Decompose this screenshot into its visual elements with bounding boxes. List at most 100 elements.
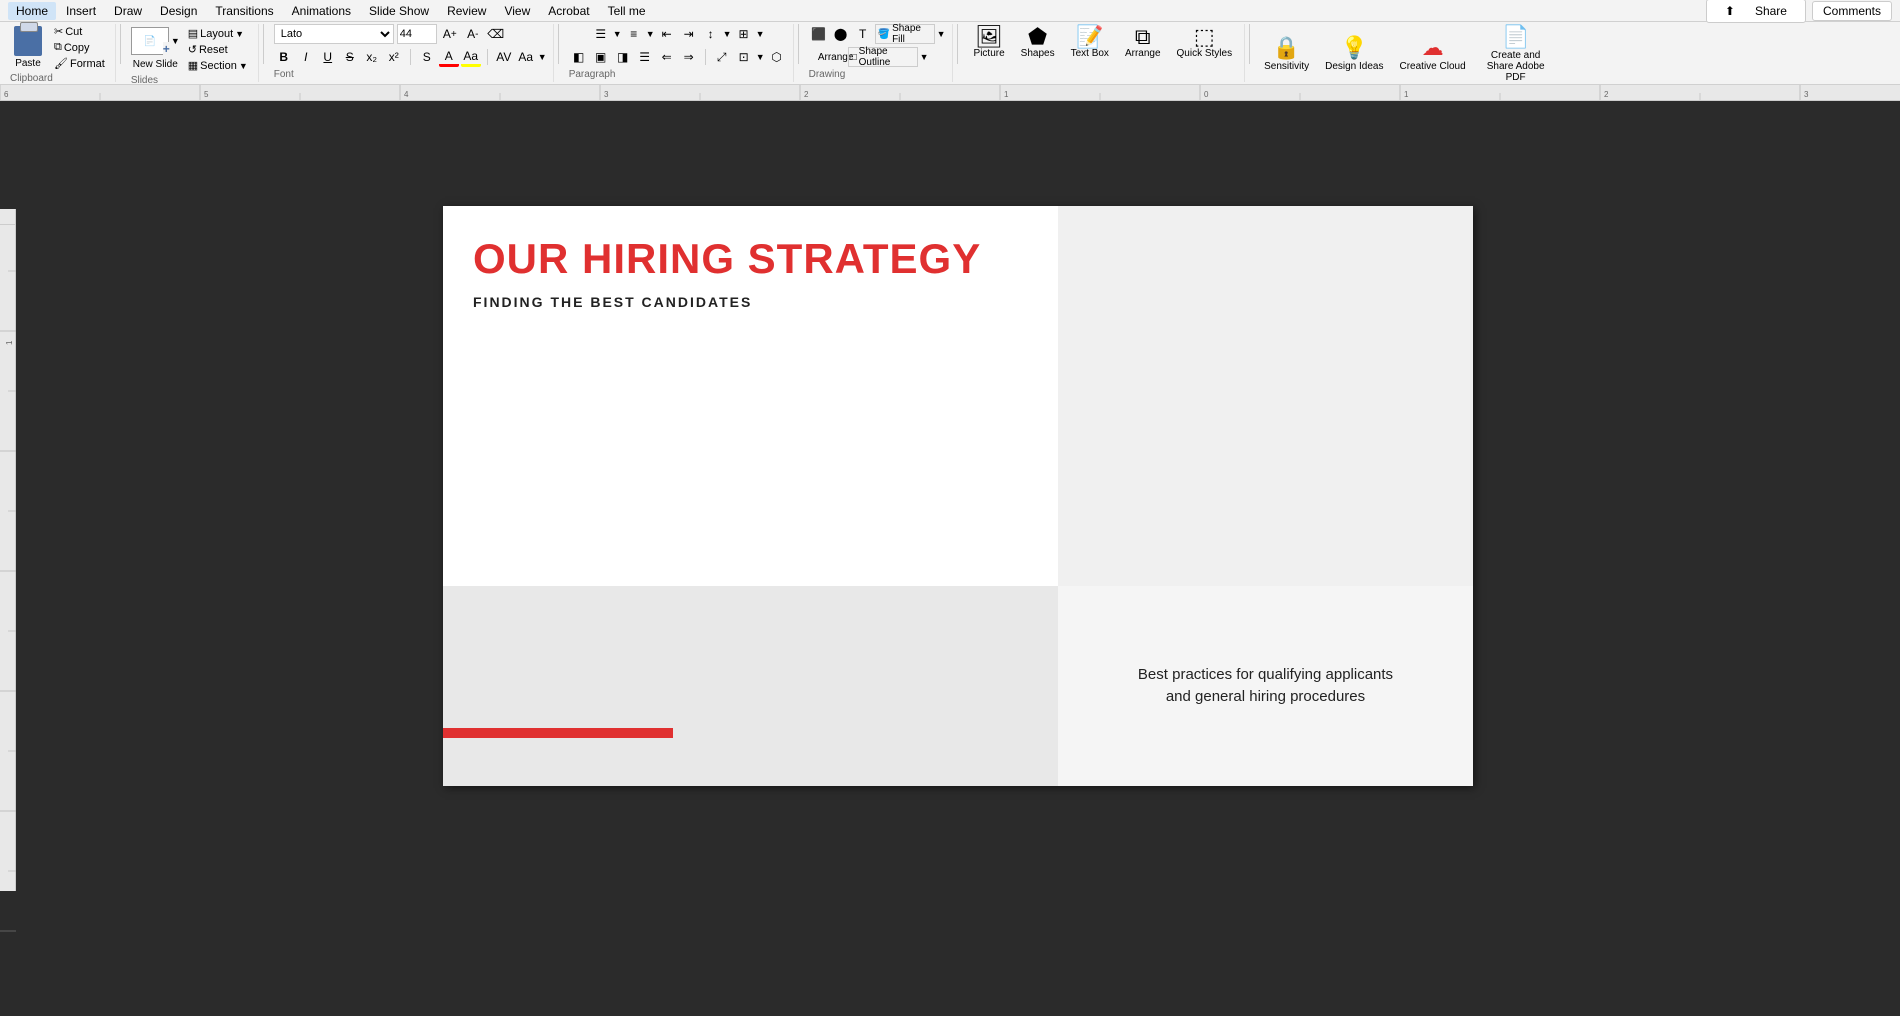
creative-cloud-button[interactable]: ☁ Creative Cloud xyxy=(1393,31,1471,76)
copy-button[interactable]: ⧉ Copy xyxy=(50,40,109,55)
new-slide-button[interactable]: 📄 + ▼ xyxy=(131,27,180,55)
numbering-button[interactable]: ≡ xyxy=(624,24,644,44)
shapes-button[interactable]: ⬟ Shapes xyxy=(1015,24,1061,61)
smart-art-button[interactable]: ⬡ xyxy=(767,47,787,67)
line-spacing-button[interactable]: ↕ xyxy=(701,24,721,44)
ltr-button[interactable]: ⇒ xyxy=(679,47,699,67)
justify-button[interactable]: ☰ xyxy=(635,47,655,67)
clear-format-button[interactable]: ⌫ xyxy=(486,24,506,44)
line-spacing-dropdown[interactable]: ▼ xyxy=(723,29,732,39)
clipboard-content: Paste ✂ Cut ⧉ Copy 🖌 Format xyxy=(10,24,109,71)
sensitivity-icon: 🔒 xyxy=(1273,35,1300,61)
picture-button[interactable]: 🖼 Picture xyxy=(968,24,1011,61)
red-accent-bar xyxy=(443,728,673,738)
columns-dropdown[interactable]: ▼ xyxy=(756,29,765,39)
decrease-indent-button[interactable]: ⇤ xyxy=(657,24,677,44)
text-box-button[interactable]: 📝 Text Box xyxy=(1065,24,1115,61)
new-slide-label: New Slide xyxy=(133,59,178,70)
text-direction-button[interactable]: ⤢ xyxy=(712,47,732,67)
shadow-button[interactable]: S xyxy=(417,47,437,67)
align-center-button[interactable]: ▣ xyxy=(591,47,611,67)
create-share-button[interactable]: 📄 Create and Share Adobe PDF xyxy=(1476,20,1556,87)
arrange-button[interactable]: ⧉ Arrange xyxy=(1119,24,1167,61)
font-size-input[interactable] xyxy=(397,24,437,44)
svg-text:1: 1 xyxy=(1404,90,1409,99)
highlight-button[interactable]: Aa xyxy=(461,47,481,67)
bullets-dropdown[interactable]: ▼ xyxy=(613,29,622,39)
new-slide-icon: 📄 + xyxy=(131,27,169,55)
slide[interactable]: OUR HIRING STRATEGY FINDING THE BEST CAN… xyxy=(443,206,1473,786)
svg-text:2: 2 xyxy=(804,90,809,99)
underline-button[interactable]: U xyxy=(318,47,338,67)
drawing-label: Drawing xyxy=(809,67,846,80)
superscript-button[interactable]: x² xyxy=(384,47,404,67)
shapes-icon: ⬟ xyxy=(1028,26,1047,48)
cut-icon: ✂ xyxy=(54,25,63,38)
numbering-dropdown[interactable]: ▼ xyxy=(646,29,655,39)
divider-6 xyxy=(1249,24,1250,64)
creative-cloud-icon: ☁ xyxy=(1422,35,1444,61)
increase-font-button[interactable]: A+ xyxy=(440,24,460,44)
font-group: Lato A+ A- ⌫ B I U S x₂ x² S A xyxy=(268,24,554,82)
change-case-button[interactable]: Aa xyxy=(516,47,536,67)
paste-button[interactable]: Paste xyxy=(10,24,46,71)
slides-group: 📄 + ▼ New Slide ▤ Layout ▼ ↺ Reset xyxy=(125,24,259,82)
arrange-button[interactable]: Arrange xyxy=(826,47,846,67)
bold-button[interactable]: B xyxy=(274,47,294,67)
design-ideas-label: Design Ideas xyxy=(1325,61,1383,72)
menu-acrobat[interactable]: Acrobat xyxy=(540,2,597,20)
shape-outline-arrow[interactable]: ▼ xyxy=(920,52,929,62)
paste-label: Paste xyxy=(15,58,41,69)
menu-home[interactable]: Home xyxy=(8,2,56,20)
font-color-button[interactable]: A xyxy=(439,47,459,67)
strikethrough-button[interactable]: S xyxy=(340,47,360,67)
menu-draw[interactable]: Draw xyxy=(106,2,150,20)
text-box-button[interactable]: T xyxy=(853,24,873,44)
subscript-button[interactable]: x₂ xyxy=(362,47,382,67)
menu-insert[interactable]: Insert xyxy=(58,2,104,20)
cut-button[interactable]: ✂ Cut xyxy=(50,24,109,39)
design-ideas-button[interactable]: 💡 Design Ideas xyxy=(1319,31,1389,76)
ribbon: Paste ✂ Cut ⧉ Copy 🖌 Format xyxy=(0,22,1900,85)
columns-button[interactable]: ⊞ xyxy=(734,24,754,44)
italic-button[interactable]: I xyxy=(296,47,316,67)
format-button[interactable]: 🖌 Format xyxy=(50,56,109,71)
share-button[interactable]: ⬆ Share xyxy=(1706,0,1806,23)
decrease-font-button[interactable]: A- xyxy=(463,24,483,44)
menu-design[interactable]: Design xyxy=(152,2,205,20)
comments-button[interactable]: Comments xyxy=(1812,1,1892,21)
slide-sub-title[interactable]: FINDING THE BEST CANDIDATES xyxy=(473,294,1028,310)
align-text-button[interactable]: ⊡ xyxy=(734,47,754,67)
shape-fill-dropdown[interactable]: 🪣 Shape Fill xyxy=(875,24,935,44)
menu-tell-me[interactable]: Tell me xyxy=(600,2,654,20)
shape-fill-arrow[interactable]: ▼ xyxy=(937,29,946,39)
shape-select-button[interactable]: ⬛ xyxy=(809,24,829,44)
svg-text:5: 5 xyxy=(204,90,209,99)
align-right-button[interactable]: ◨ xyxy=(613,47,633,67)
font-family-select[interactable]: Lato xyxy=(274,24,394,44)
drawing-group: ⬛ ⬤ T 🪣 Shape Fill ▼ Arrange □ Shape Out… xyxy=(803,24,953,82)
menu-review[interactable]: Review xyxy=(439,2,494,20)
increase-indent-button[interactable]: ⇥ xyxy=(679,24,699,44)
menu-view[interactable]: View xyxy=(496,2,538,20)
bullets-button[interactable]: ☰ xyxy=(591,24,611,44)
align-text-dropdown[interactable]: ▼ xyxy=(756,52,765,62)
case-dropdown[interactable]: ▼ xyxy=(538,52,547,62)
slide-canvas[interactable]: OUR HIRING STRATEGY FINDING THE BEST CAN… xyxy=(16,101,1900,891)
slide-body-text[interactable]: Best practices for qualifying applicants… xyxy=(1138,664,1393,709)
font-row-1: Lato A+ A- ⌫ xyxy=(274,24,506,44)
quick-styles-button[interactable]: ⬚ Quick Styles xyxy=(1171,24,1239,61)
oval-button[interactable]: ⬤ xyxy=(831,24,851,44)
layout-button[interactable]: ▤ Layout ▼ xyxy=(184,26,252,41)
sensitivity-button[interactable]: 🔒 Sensitivity xyxy=(1258,31,1315,76)
section-button[interactable]: ▦ Section ▼ xyxy=(184,58,252,73)
menu-transitions[interactable]: Transitions xyxy=(207,2,281,20)
menu-slide-show[interactable]: Slide Show xyxy=(361,2,437,20)
align-left-button[interactable]: ◧ xyxy=(569,47,589,67)
rtl-button[interactable]: ⇐ xyxy=(657,47,677,67)
menu-animations[interactable]: Animations xyxy=(284,2,359,20)
shape-outline-dropdown[interactable]: □ Shape Outline xyxy=(848,47,918,67)
char-spacing-button[interactable]: AV xyxy=(494,47,514,67)
slide-main-title[interactable]: OUR HIRING STRATEGY xyxy=(473,236,1028,282)
reset-button[interactable]: ↺ Reset xyxy=(184,42,252,57)
